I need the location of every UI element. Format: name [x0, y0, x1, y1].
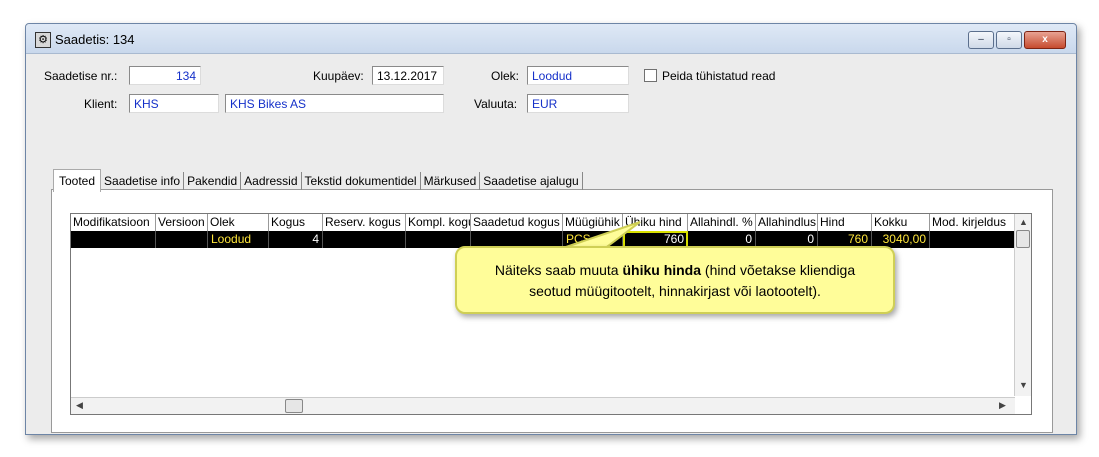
klient-code-field[interactable]: KHS	[129, 94, 219, 113]
valuuta-label: Valuuta:	[474, 97, 518, 111]
cell-reserv-kogus[interactable]	[323, 231, 406, 248]
cell-kogus[interactable]: 4	[269, 231, 323, 248]
tab-tekstid-dokumentidel[interactable]: Tekstid dokumentidel	[302, 172, 421, 190]
col-header-versioon[interactable]: Versioon	[156, 214, 208, 231]
col-header-reserv-kogus[interactable]: Reserv. kogus	[323, 214, 406, 231]
callout-text-before: Näiteks saab muuta	[494, 262, 623, 278]
scroll-down-arrow-icon[interactable]: ▼	[1019, 380, 1028, 390]
grid-header: Modifikatsioon Versioon Olek Kogus Reser…	[71, 214, 1015, 232]
title-bar: ⚙ Saadetis: 134 – ▫ x	[26, 24, 1076, 54]
scroll-up-arrow-icon[interactable]: ▲	[1019, 217, 1028, 227]
col-header-kompl-kogu[interactable]: Kompl. kogu	[406, 214, 471, 231]
callout-text-after: (hind võetakse kliendiga	[701, 262, 856, 278]
scroll-left-arrow-icon[interactable]: ◀	[76, 400, 83, 411]
callout-line-1: Näiteks saab muuta ühiku hinda (hind võe…	[457, 260, 893, 281]
col-header-allahindl-protsent[interactable]: Allahindl. %	[688, 214, 756, 231]
cell-mod-kirjeldus[interactable]	[930, 231, 1015, 248]
peida-checkbox[interactable]	[644, 69, 657, 82]
callout-line-2: seotud müügitootelt, hinnakirjast või la…	[529, 283, 821, 299]
window-controls: – ▫ x	[968, 31, 1066, 49]
tab-aadressid[interactable]: Aadressid	[241, 172, 302, 190]
app-icon: ⚙	[35, 32, 51, 48]
vertical-scrollbar[interactable]: ▲ ▼	[1014, 214, 1031, 396]
maximize-button[interactable]: ▫	[996, 31, 1022, 49]
minimize-button[interactable]: –	[968, 31, 994, 49]
tab-strip: Tooted Saadetise info Pakendid Aadressid…	[53, 169, 583, 192]
col-header-kokku[interactable]: Kokku	[872, 214, 930, 231]
horizontal-scrollbar[interactable]: ◀ ▶	[71, 397, 1015, 414]
tab-markused[interactable]: Märkused	[421, 172, 481, 190]
col-header-kogus[interactable]: Kogus	[269, 214, 323, 231]
horizontal-scroll-thumb[interactable]	[285, 399, 303, 413]
col-header-hind[interactable]: Hind	[818, 214, 872, 231]
col-header-olek[interactable]: Olek	[208, 214, 269, 231]
peida-label: Peida tühistatud read	[662, 69, 776, 83]
shipment-window: ⚙ Saadetis: 134 – ▫ x Saadetise nr.: 134…	[25, 23, 1077, 435]
col-header-saadetud-kogus[interactable]: Saadetud kogus	[471, 214, 563, 231]
col-header-modifikatsioon[interactable]: Modifikatsioon	[71, 214, 156, 231]
valuuta-field[interactable]: EUR	[527, 94, 629, 113]
help-callout: Näiteks saab muuta ühiku hinda (hind võe…	[455, 246, 895, 314]
tab-pakendid[interactable]: Pakendid	[184, 172, 242, 190]
saadetise-nr-field[interactable]: 134	[129, 66, 201, 85]
col-header-myygiyhik[interactable]: Müügiühik	[563, 214, 623, 231]
col-header-allahindlus[interactable]: Allahindlus	[756, 214, 818, 231]
kuupaev-label: Kuupäev:	[313, 69, 364, 83]
close-button[interactable]: x	[1024, 31, 1066, 49]
tab-tooted[interactable]: Tooted	[53, 169, 102, 192]
col-header-mod-kirjeldus[interactable]: Mod. kirjeldus	[930, 214, 1015, 231]
klient-label: Klient:	[84, 97, 118, 111]
cell-versioon[interactable]	[156, 231, 208, 248]
window-content: Saadetise nr.: 134 Kuupäev: 13.12.2017 O…	[28, 55, 1074, 433]
cell-olek[interactable]: Loodud	[208, 231, 269, 248]
callout-text-bold: ühiku hinda	[622, 262, 702, 278]
vertical-scroll-thumb[interactable]	[1016, 230, 1030, 248]
klient-name-field[interactable]: KHS Bikes AS	[225, 94, 444, 113]
tab-saadetise-info[interactable]: Saadetise info	[101, 172, 185, 190]
col-header-yhiku-hind[interactable]: Ühiku hind	[623, 214, 688, 231]
window-title: Saadetis: 134	[55, 32, 135, 47]
kuupaev-field[interactable]: 13.12.2017	[372, 66, 444, 85]
saadetise-nr-label: Saadetise nr.:	[44, 69, 118, 83]
scroll-right-arrow-icon[interactable]: ▶	[999, 400, 1006, 411]
olek-field[interactable]: Loodud	[527, 66, 629, 85]
products-grid[interactable]: Modifikatsioon Versioon Olek Kogus Reser…	[70, 213, 1032, 415]
cell-modifikatsioon[interactable]	[71, 231, 156, 248]
olek-label: Olek:	[491, 69, 520, 83]
tab-saadetise-ajalugu[interactable]: Saadetise ajalugu	[480, 172, 583, 190]
